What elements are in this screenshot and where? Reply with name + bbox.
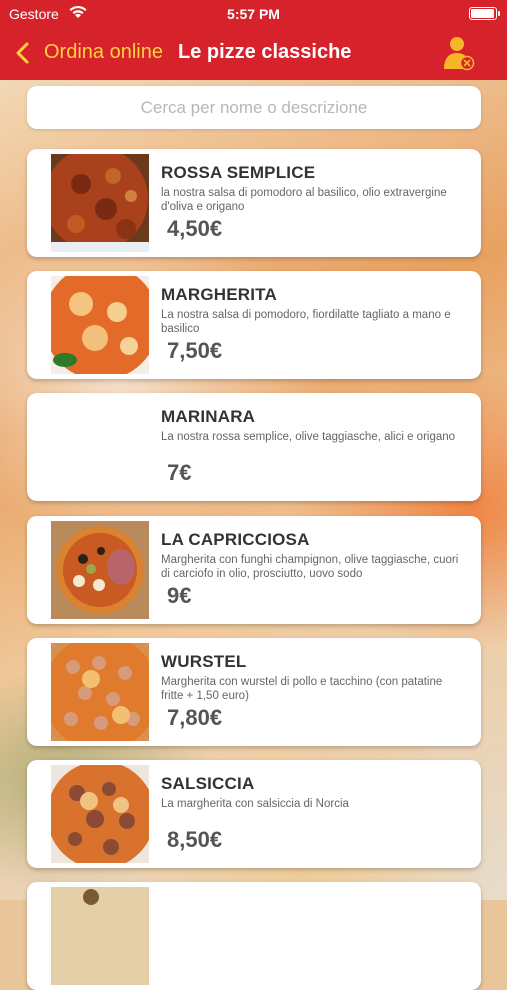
menu-item-card[interactable]: SALSICCIA La margherita con salsiccia di… [27,760,481,868]
item-description: La nostra salsa di pomodoro, fiordilatte… [161,309,451,335]
menu-item-card[interactable]: MARGHERITA La nostra salsa di pomodoro, … [27,271,481,379]
menu-item-card[interactable]: MARINARA La nostra rossa semplice, olive… [27,393,481,501]
menu-item-card[interactable]: LA CAPRICCIOSA Margherita con funghi cha… [27,516,481,624]
pizza-margherita-image [51,276,149,374]
back-button[interactable]: Ordina online [44,41,163,64]
pizza-salsiccia-image [51,765,149,863]
item-price: 7€ [167,460,192,485]
item-price: 4,50€ [167,216,223,241]
item-description: La nostra rossa semplice, olive taggiasc… [161,431,456,443]
item-name: MARGHERITA [161,285,277,304]
item-description: la nostra salsa di pomodoro al basilico,… [161,187,447,213]
item-price: 8,50€ [167,827,223,852]
item-price: 7,80€ [167,705,223,730]
item-name: WURSTEL [161,652,247,671]
navigation-bar: Ordina online Le pizze classiche [0,28,507,80]
menu-item-card[interactable]: WURSTEL Margherita con wurstel di pollo … [27,638,481,746]
pizza-image [51,887,149,985]
pizza-capricciosa-image [51,521,149,619]
item-price: 7,50€ [167,338,223,363]
search-input[interactable]: Cerca per nome o descrizione [27,86,481,129]
item-description: La margherita con salsiccia di Norcia [161,798,349,810]
pizza-wurstel-image [51,643,149,741]
menu-item-card[interactable] [27,882,481,990]
item-name: SALSICCIA [161,774,255,793]
pizza-rossa-image [51,154,149,252]
page-title: Le pizze classiche [178,41,352,63]
item-name: ROSSA SEMPLICE [161,163,316,182]
item-name: MARINARA [161,407,256,426]
battery-icon [469,7,500,20]
item-name: LA CAPRICCIOSA [161,530,310,549]
user-remove-icon[interactable] [442,35,476,71]
clock: 5:57 PM [227,6,280,22]
chevron-left-icon[interactable] [14,41,32,70]
item-description: Margherita con wurstel di pollo e tacchi… [161,676,443,702]
status-bar: Gestore 5:57 PM [0,0,507,28]
item-description: Margherita con funghi champignon, olive … [161,554,459,580]
menu-item-card[interactable]: ROSSA SEMPLICE la nostra salsa di pomodo… [27,149,481,257]
item-price: 9€ [167,583,192,608]
